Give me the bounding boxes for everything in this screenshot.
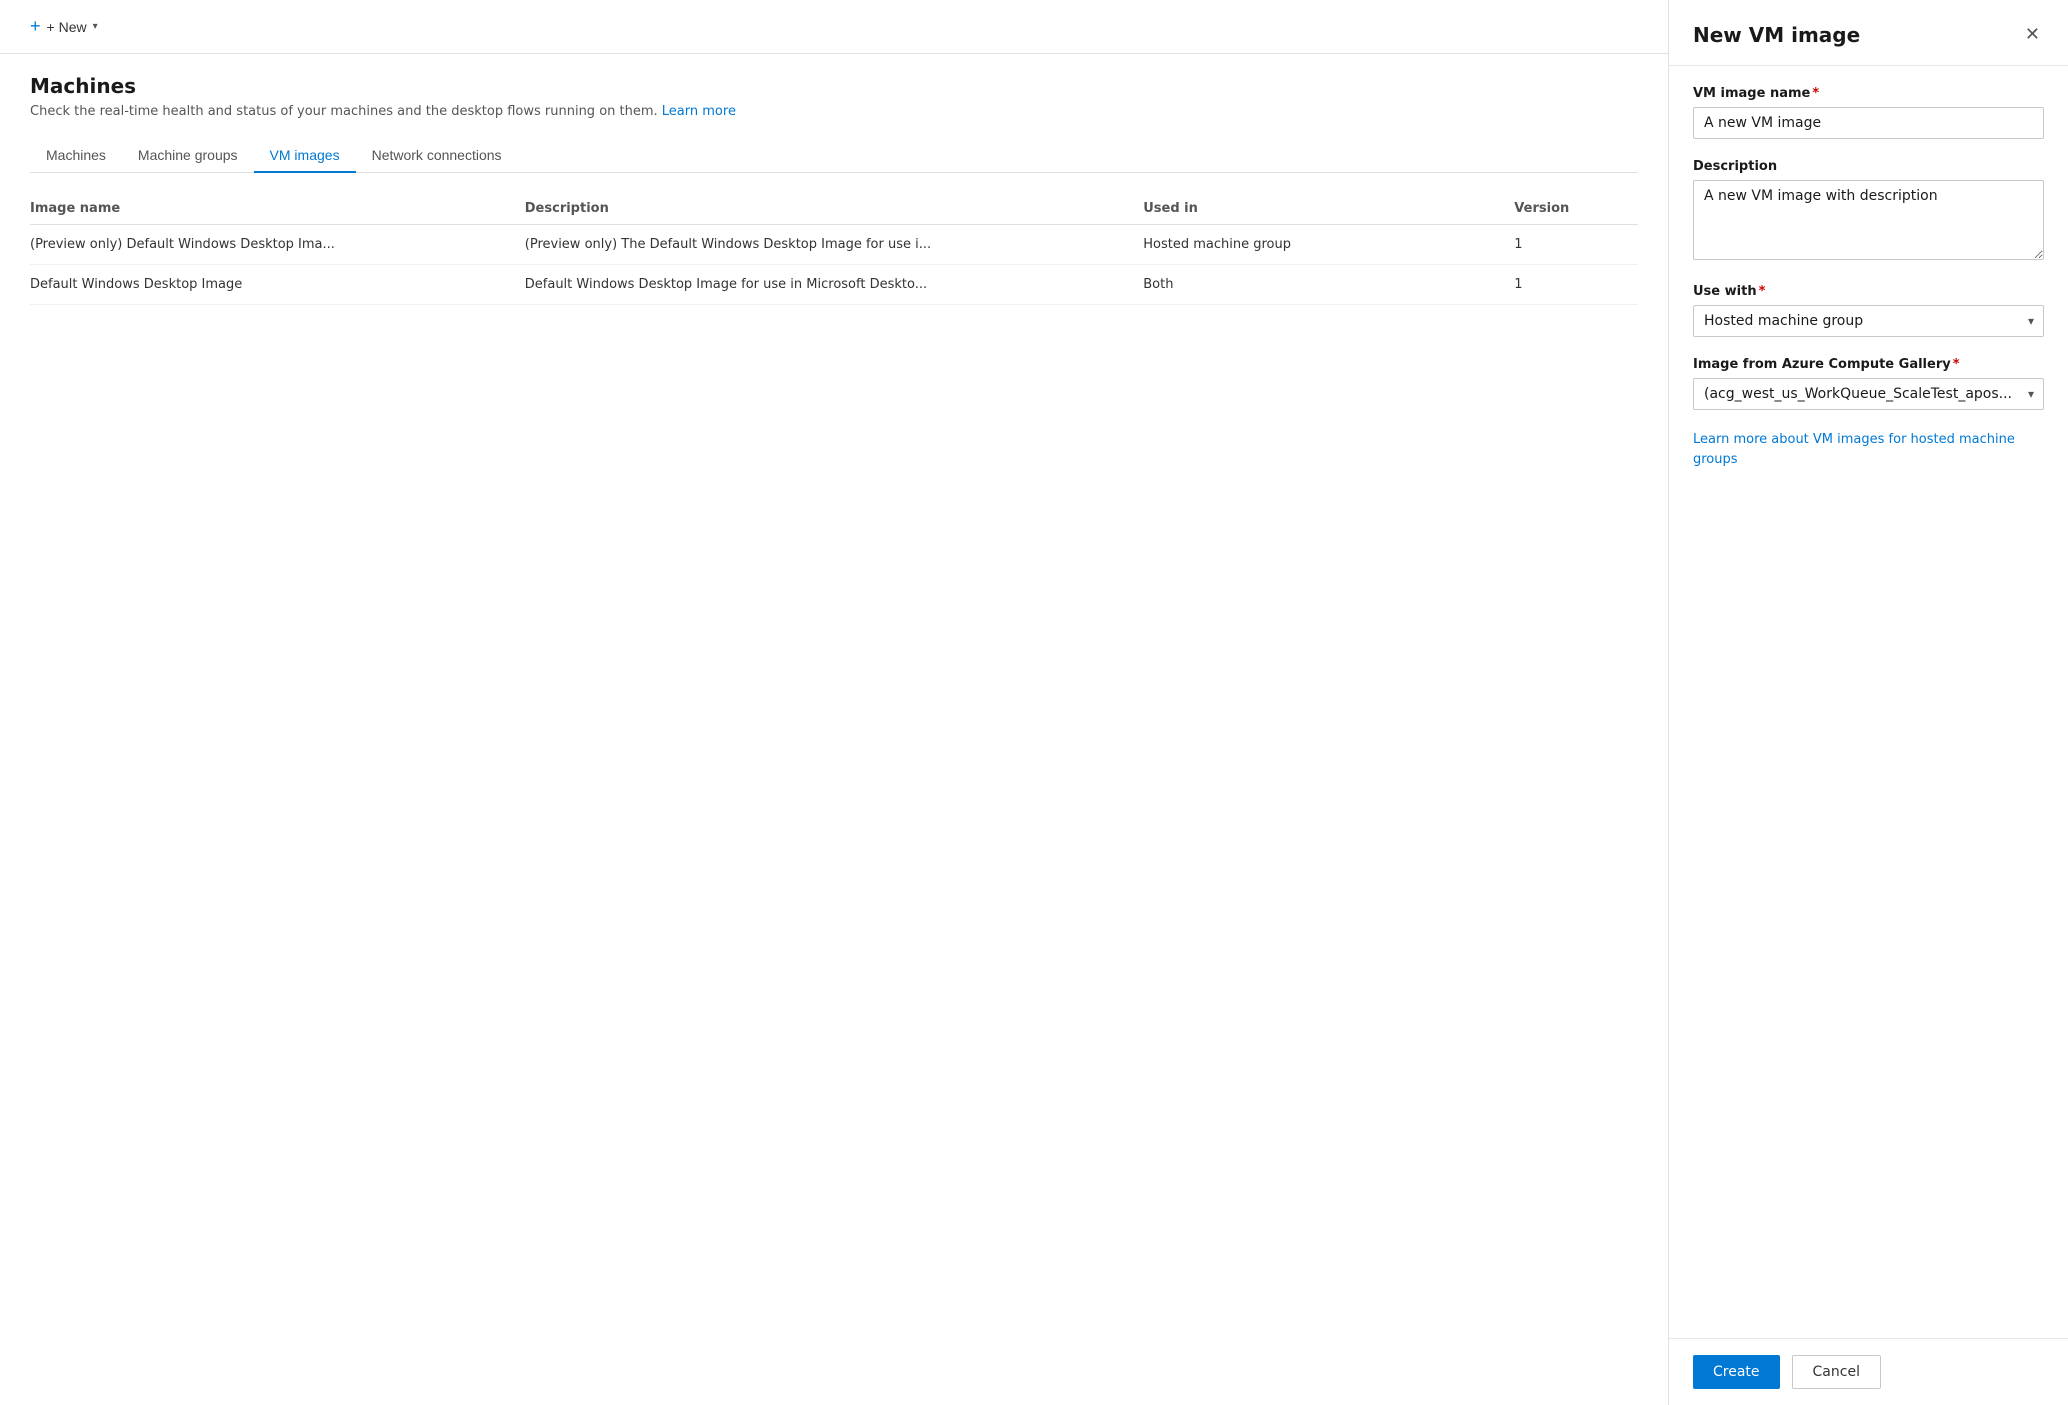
use-with-label: Use with* [1693,284,2044,299]
row2-version: 1 [1514,277,1638,292]
panel-body: VM image name* Description A new VM imag… [1669,66,2068,1338]
close-icon: ✕ [2025,24,2040,45]
description-label: Description [1693,159,2044,174]
image-gallery-label: Image from Azure Compute Gallery* [1693,357,2044,372]
image-gallery-select[interactable]: (acg_west_us_WorkQueue_ScaleTest_apos... [1693,378,2044,410]
tab-network-connections[interactable]: Network connections [356,139,518,173]
new-vm-image-panel: New VM image ✕ VM image name* Descriptio… [1668,0,2068,1405]
col-header-description: Description [525,201,1143,216]
chevron-down-icon: ▾ [93,21,98,32]
row1-version: 1 [1514,237,1638,252]
panel-footer: Create Cancel [1669,1338,2068,1405]
close-panel-button[interactable]: ✕ [2021,20,2044,49]
plus-icon: + [30,16,41,37]
col-header-version: Version [1514,201,1638,216]
tab-machine-groups[interactable]: Machine groups [122,139,254,173]
new-button[interactable]: + + New ▾ [20,10,108,43]
use-with-select[interactable]: Hosted machine group Both [1693,305,2044,337]
required-star-3: * [1953,357,1960,372]
use-with-group: Use with* Hosted machine group Both ▾ [1693,284,2044,337]
table-row[interactable]: Default Windows Desktop Image Default Wi… [30,265,1638,305]
vm-image-name-group: VM image name* [1693,86,2044,139]
table-header: Image name Description Used in Version [30,193,1638,225]
learn-more-link[interactable]: Learn more [662,104,736,119]
col-header-image-name: Image name [30,201,525,216]
cancel-button[interactable]: Cancel [1792,1355,1881,1389]
image-gallery-select-wrapper: (acg_west_us_WorkQueue_ScaleTest_apos...… [1693,378,2044,410]
tab-vm-images[interactable]: VM images [254,139,356,173]
learn-more-vm-images-link[interactable]: Learn more about VM images for hosted ma… [1693,430,2044,469]
row1-image-name: (Preview only) Default Windows Desktop I… [30,237,525,252]
image-gallery-group: Image from Azure Compute Gallery* (acg_w… [1693,357,2044,410]
row2-image-name: Default Windows Desktop Image [30,277,525,292]
required-star: * [1812,86,1819,101]
page-subtitle: Check the real-time health and status of… [30,104,1638,119]
row1-description: (Preview only) The Default Windows Deskt… [525,237,1143,252]
tab-bar: Machines Machine groups VM images Networ… [30,139,1638,173]
description-textarea[interactable]: A new VM image with description [1693,180,2044,260]
tab-machines[interactable]: Machines [30,139,122,173]
table-row[interactable]: (Preview only) Default Windows Desktop I… [30,225,1638,265]
required-star-2: * [1759,284,1766,299]
new-button-label: + New [47,19,87,35]
row2-used-in: Both [1143,277,1514,292]
panel-title: New VM image [1693,23,1860,47]
use-with-select-wrapper: Hosted machine group Both ▾ [1693,305,2044,337]
vm-images-table: Image name Description Used in Version (… [30,193,1638,305]
vm-image-name-input[interactable] [1693,107,2044,139]
row2-description: Default Windows Desktop Image for use in… [525,277,1143,292]
create-button[interactable]: Create [1693,1355,1780,1389]
vm-image-name-label: VM image name* [1693,86,2044,101]
page-title: Machines [30,74,1638,98]
description-group: Description A new VM image with descript… [1693,159,2044,264]
row1-used-in: Hosted machine group [1143,237,1514,252]
panel-header: New VM image ✕ [1669,0,2068,66]
col-header-used-in: Used in [1143,201,1514,216]
